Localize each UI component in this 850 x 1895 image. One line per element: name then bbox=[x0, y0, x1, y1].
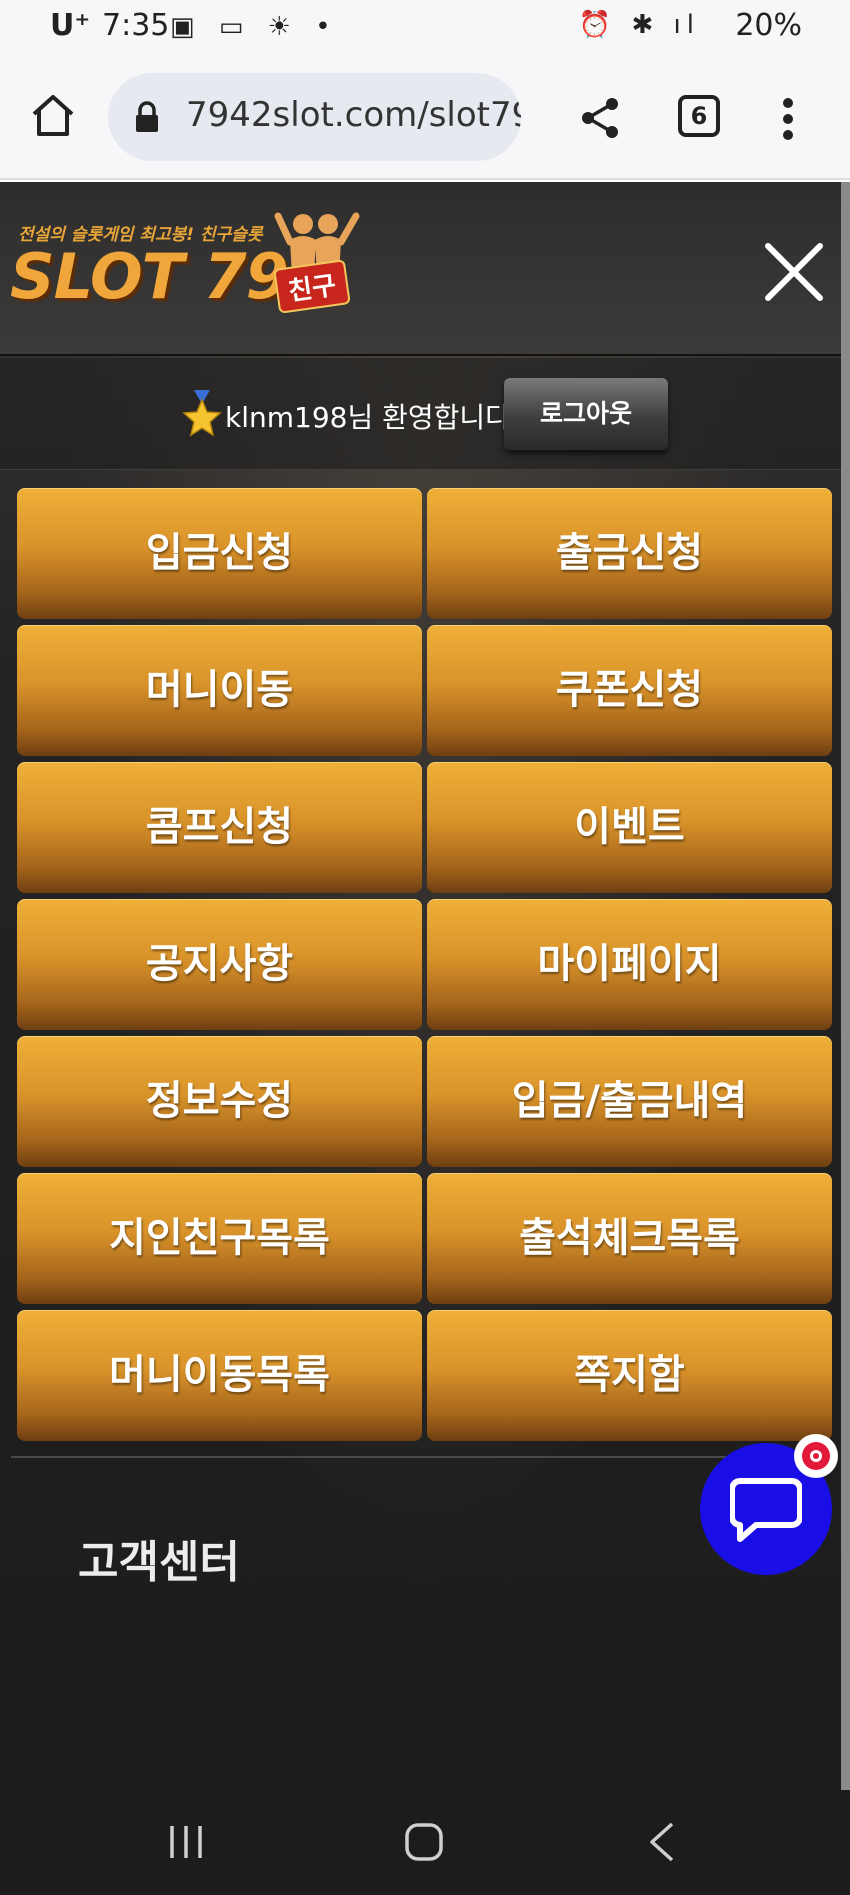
nav-recent-icon[interactable] bbox=[168, 1824, 204, 1860]
address-bar[interactable]: 7942slot.com/slot79 bbox=[108, 73, 521, 161]
clock: 7:35 bbox=[102, 8, 170, 43]
menu-transaction-history[interactable]: 입금/출금내역 bbox=[427, 1036, 832, 1167]
browser-toolbar: 7942slot.com/slot79 6 bbox=[0, 55, 850, 180]
menu-money-transfer[interactable]: 머니이동 bbox=[17, 625, 422, 756]
nav-home-icon[interactable] bbox=[404, 1822, 444, 1862]
chat-notification-badge bbox=[794, 1434, 838, 1478]
customer-center-title[interactable]: 고객센터 bbox=[78, 1526, 240, 1590]
scrollbar[interactable] bbox=[841, 182, 850, 1790]
menu-inbox[interactable]: 쪽지함 bbox=[427, 1310, 832, 1441]
carrier-label: U⁺ bbox=[50, 8, 91, 43]
status-bar: U⁺ 7:35 ▣ ▭ ☀ • ⏰ ✱ ıl 20% bbox=[0, 0, 850, 55]
welcome-bar: klnm198님 환영합니다. 로그아웃 bbox=[0, 358, 841, 470]
close-icon[interactable] bbox=[764, 242, 824, 302]
lock-icon bbox=[136, 101, 158, 132]
url-text[interactable]: 7942slot.com/slot79 bbox=[186, 95, 521, 135]
menu-attendance-list[interactable]: 출석체크목록 bbox=[427, 1173, 832, 1304]
site-logo[interactable]: 전설의 슬롯게임 최고봉! 친구슬롯 SLOT 79 친구 bbox=[8, 212, 368, 330]
medal-icon bbox=[182, 390, 222, 437]
logo-badge: 친구 bbox=[273, 259, 351, 314]
system-icons: ⏰ ✱ ıl bbox=[578, 10, 700, 40]
logout-button[interactable]: 로그아웃 bbox=[504, 378, 668, 450]
menu-comp-request[interactable]: 콤프신청 bbox=[17, 762, 422, 893]
battery-level: 20% bbox=[735, 8, 802, 43]
menu-referral-list[interactable]: 지인친구목록 bbox=[17, 1173, 422, 1304]
menu-withdraw-request[interactable]: 출금신청 bbox=[427, 488, 832, 619]
menu-my-page[interactable]: 마이페이지 bbox=[427, 899, 832, 1030]
more-icon[interactable] bbox=[780, 97, 796, 141]
notification-dot-icon bbox=[802, 1442, 830, 1470]
share-icon[interactable] bbox=[578, 96, 622, 140]
menu-edit-info[interactable]: 정보수정 bbox=[17, 1036, 422, 1167]
menu-money-transfer-list[interactable]: 머니이동목록 bbox=[17, 1310, 422, 1441]
tab-switcher-button[interactable]: 6 bbox=[678, 95, 720, 137]
menu-notices[interactable]: 공지사항 bbox=[17, 899, 422, 1030]
section-divider bbox=[11, 1456, 837, 1458]
logo-wordmark: SLOT 79 bbox=[10, 240, 289, 313]
welcome-message: klnm198님 환영합니다. bbox=[225, 401, 520, 434]
menu-coupon-request[interactable]: 쿠폰신청 bbox=[427, 625, 832, 756]
notification-icons: ▣ ▭ ☀ • bbox=[170, 12, 339, 42]
nav-back-icon[interactable] bbox=[648, 1822, 676, 1862]
menu-events[interactable]: 이벤트 bbox=[427, 762, 832, 893]
system-nav-bar bbox=[0, 1790, 850, 1895]
home-icon[interactable] bbox=[30, 92, 76, 138]
menu-deposit-request[interactable]: 입금신청 bbox=[17, 488, 422, 619]
site-header: 전설의 슬롯게임 최고봉! 친구슬롯 SLOT 79 친구 bbox=[0, 182, 841, 356]
chat-icon bbox=[730, 1478, 802, 1542]
